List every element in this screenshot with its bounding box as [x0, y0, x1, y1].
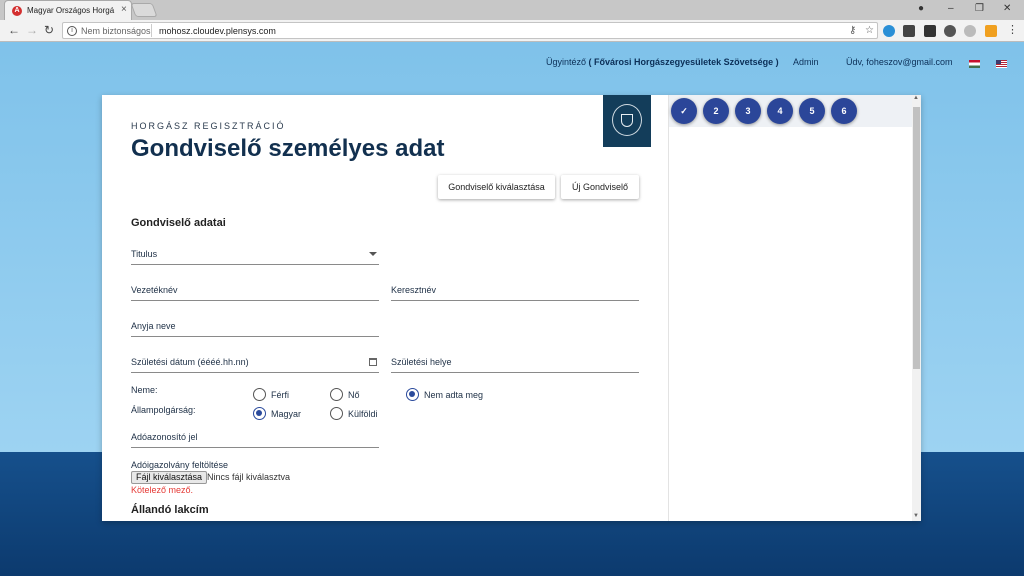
extension-icon[interactable]: [964, 25, 976, 37]
page-title: Gondviselő személyes adat: [131, 135, 445, 162]
select-guardian-button[interactable]: Gondviselő kiválasztása: [438, 175, 555, 199]
tab-title: Magyar Országos Horgá: [27, 6, 115, 15]
title-select[interactable]: Titulus: [131, 243, 379, 265]
browser-tab-bar: A Magyar Országos Horgá × ● – ❐ ✕: [0, 0, 1024, 20]
gender-radio-female[interactable]: [330, 388, 343, 401]
logo-shield-icon: [621, 114, 633, 127]
last-name-label: Vezetéknév: [131, 285, 178, 295]
file-status: Nincs fájl kiválasztva: [207, 472, 291, 482]
key-icon[interactable]: ⚷: [849, 25, 856, 36]
chevron-down-icon: [369, 252, 377, 256]
mother-name-label: Anyja neve: [131, 321, 176, 331]
menu-kebab-icon[interactable]: ⋮: [1007, 23, 1018, 36]
step-1-done[interactable]: ✓: [671, 98, 697, 124]
tax-id-field[interactable]: Adóazonosító jel: [131, 426, 379, 448]
reload-icon[interactable]: ↻: [44, 23, 54, 37]
tab-close-icon[interactable]: ×: [121, 4, 127, 15]
us-flag-icon[interactable]: [996, 60, 1007, 68]
step-2[interactable]: 2: [703, 98, 729, 124]
first-name-field[interactable]: Keresztnév: [391, 279, 639, 301]
gender-option-male: Férfi: [271, 390, 289, 400]
extension-icon[interactable]: [903, 25, 915, 37]
mother-name-field[interactable]: Anyja neve: [131, 315, 379, 337]
role-label: Ügyintéző: [546, 57, 587, 67]
association-logo: [603, 95, 651, 147]
citizenship-radio-foreign[interactable]: [330, 407, 343, 420]
back-arrow-icon[interactable]: ←: [8, 23, 20, 37]
forward-arrow-icon[interactable]: →: [26, 23, 38, 37]
required-error: Kötelező mező.: [131, 485, 194, 495]
birth-date-field[interactable]: Születési dátum (éééé.hh.nn): [131, 351, 379, 373]
app-header: Ügyintéző ( Fővárosi Horgászegyesületek …: [0, 42, 1024, 82]
first-name-label: Keresztnév: [391, 285, 437, 295]
profile-icon[interactable]: ●: [918, 3, 924, 14]
citizenship-label: Állampolgárság:: [131, 405, 196, 415]
last-name-field[interactable]: Vezetéknév: [131, 279, 379, 301]
browser-tab[interactable]: A Magyar Országos Horgá ×: [4, 0, 132, 20]
gender-radio-male[interactable]: [253, 388, 266, 401]
registration-card: HORGÁSZ REGISZTRÁCIÓ Gondviselő személye…: [102, 95, 921, 521]
step-6[interactable]: 6: [831, 98, 857, 124]
birth-place-label: Születési helye: [391, 357, 452, 367]
url-divider: [151, 24, 152, 37]
window-close-icon[interactable]: ✕: [1003, 3, 1011, 14]
security-label: Nem biztonságos: [81, 26, 151, 36]
citizenship-option-hungarian: Magyar: [271, 409, 302, 419]
extension-icon[interactable]: [924, 25, 936, 37]
upload-label: Adóigazolvány feltöltése: [131, 460, 229, 470]
logo-emblem-icon: [612, 104, 642, 136]
minimize-icon[interactable]: –: [948, 3, 954, 14]
extension-icon[interactable]: [985, 25, 997, 37]
card-scrollbar[interactable]: ▲ ▼: [912, 95, 921, 521]
form-area: HORGÁSZ REGISZTRÁCIÓ Gondviselő személye…: [102, 95, 668, 521]
birth-place-field[interactable]: Születési helye: [391, 351, 639, 373]
extension-icon[interactable]: [883, 25, 895, 37]
citizenship-option-foreign: Külföldi: [348, 409, 378, 419]
scroll-thumb[interactable]: [913, 107, 920, 369]
scroll-down-icon[interactable]: ▼: [913, 513, 919, 519]
address-bar[interactable]: i Nem biztonságos mohosz.cloudev.plensys…: [62, 22, 878, 39]
step-5[interactable]: 5: [799, 98, 825, 124]
organization-name: ( Fővárosi Horgászegyesületek Szövetsége…: [588, 57, 779, 67]
browser-toolbar: ← → ↻ i Nem biztonságos mohosz.cloudev.p…: [0, 20, 1024, 42]
section-title-address: Állandó lakcím: [131, 504, 209, 516]
user-greeting[interactable]: Üdv, foheszov@gmail.com: [846, 57, 953, 67]
title-label: Titulus: [131, 249, 158, 259]
page-subtitle: HORGÁSZ REGISZTRÁCIÓ: [131, 121, 286, 131]
section-title-guardian: Gondviselő adatai: [131, 217, 226, 229]
bookmark-star-icon[interactable]: ☆: [865, 25, 874, 36]
gender-label: Neme:: [131, 385, 158, 395]
new-guardian-button[interactable]: Új Gondviselő: [561, 175, 639, 199]
steps-panel: ✓ 2 3 4 5 6: [668, 95, 913, 521]
step-3[interactable]: 3: [735, 98, 761, 124]
angular-favicon-icon: A: [12, 6, 22, 16]
calendar-icon[interactable]: [369, 358, 377, 366]
citizenship-radio-hungarian[interactable]: [253, 407, 266, 420]
url-text[interactable]: mohosz.cloudev.plensys.com: [159, 26, 276, 36]
gender-option-unspecified: Nem adta meg: [424, 390, 484, 400]
new-tab-button[interactable]: [130, 3, 158, 17]
gender-option-female: Nő: [348, 390, 360, 400]
info-icon[interactable]: i: [67, 26, 77, 36]
maximize-icon[interactable]: ❐: [975, 3, 984, 14]
file-choose-button[interactable]: Fájl kiválasztása: [131, 471, 208, 484]
user-role: Ügyintéző ( Fővárosi Horgászegyesületek …: [546, 57, 779, 67]
hungarian-flag-icon[interactable]: [969, 60, 980, 68]
birth-date-label: Születési dátum (éééé.hh.nn): [131, 357, 249, 367]
admin-link[interactable]: Admin: [793, 57, 819, 67]
step-4[interactable]: 4: [767, 98, 793, 124]
tax-id-label: Adóazonosító jel: [131, 432, 198, 442]
gender-radio-unspecified[interactable]: [406, 388, 419, 401]
extension-icon[interactable]: [944, 25, 956, 37]
steps-strip: ✓ 2 3 4 5 6: [669, 95, 913, 127]
scroll-up-icon[interactable]: ▲: [913, 95, 919, 101]
